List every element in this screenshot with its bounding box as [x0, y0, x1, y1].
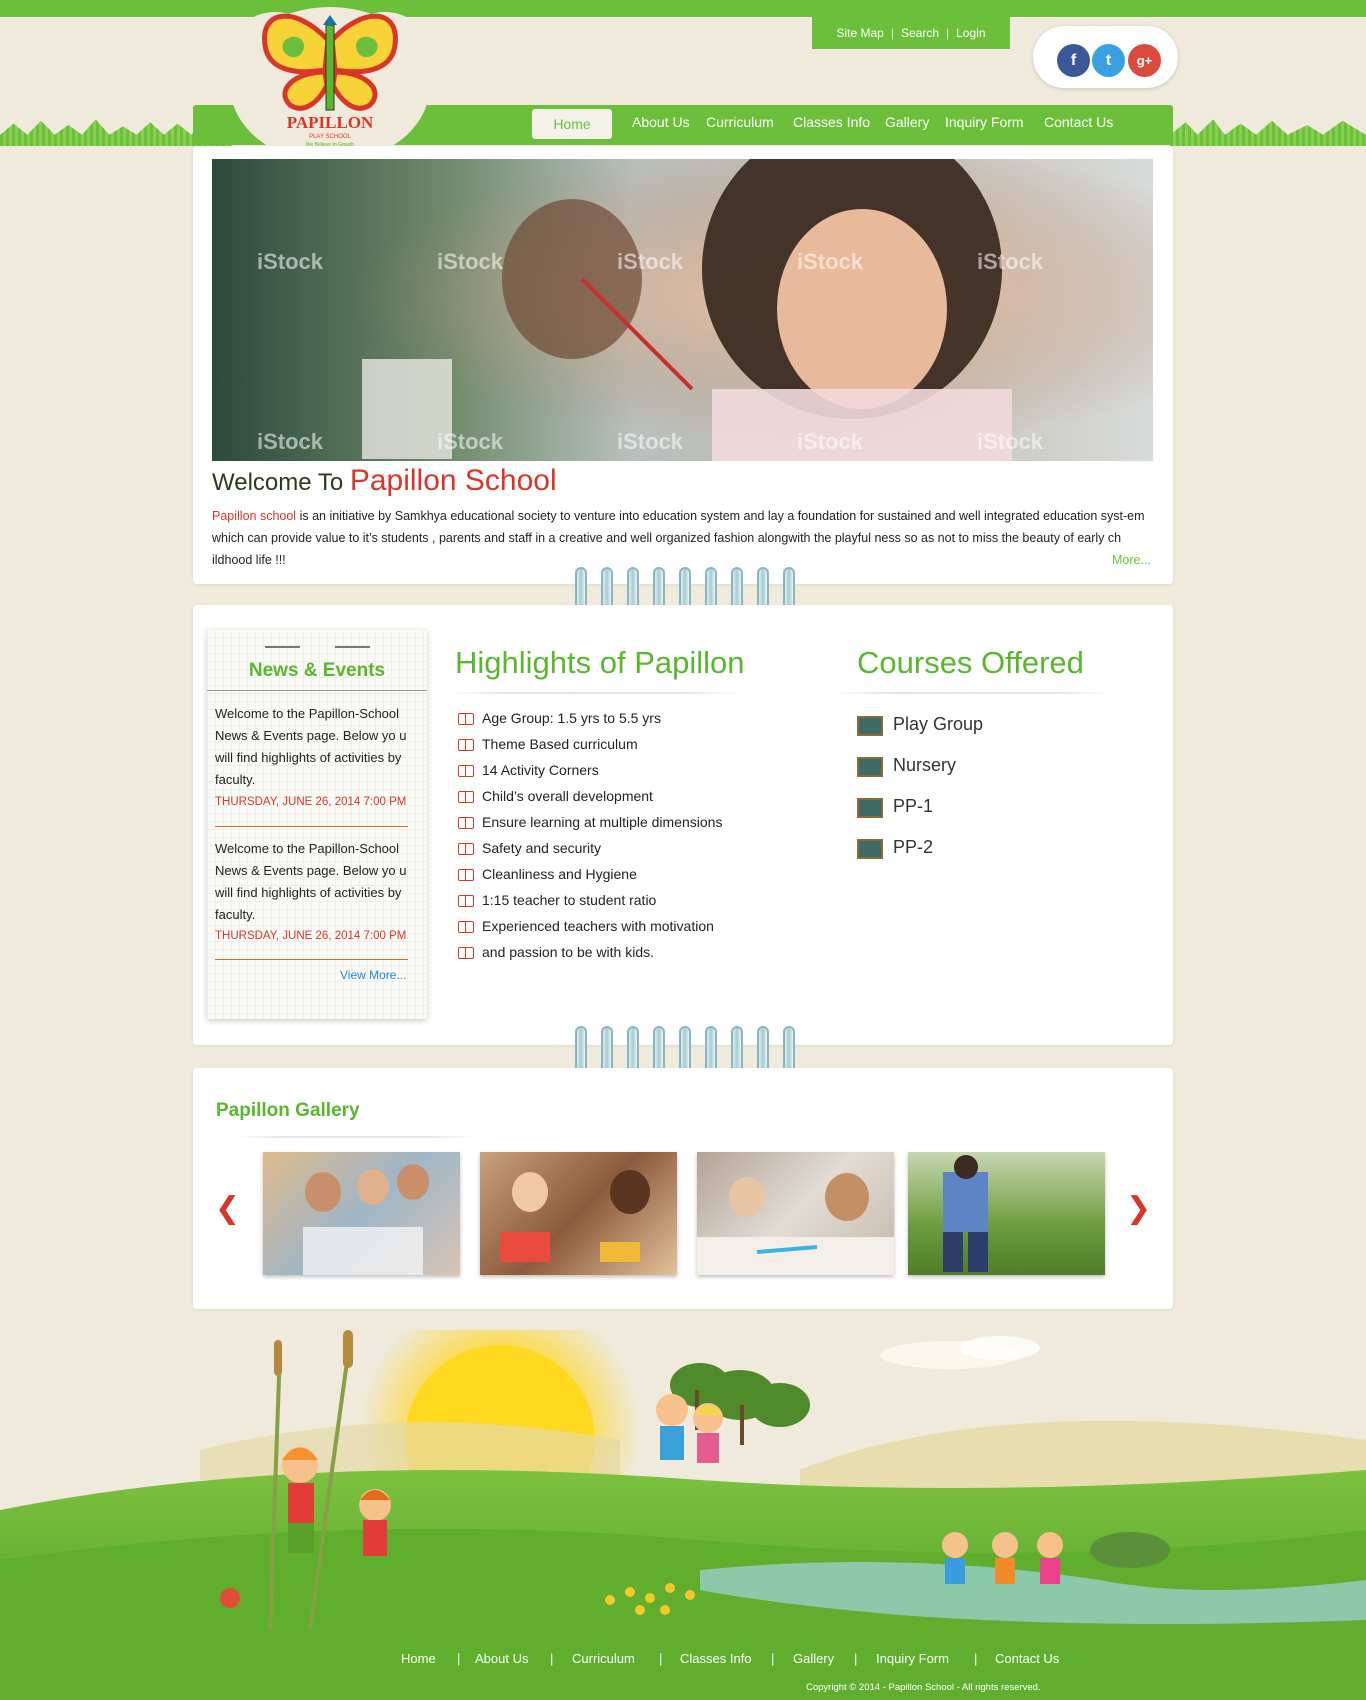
copyright: Copyright © 2014 - Papillon School - All… [806, 1682, 1041, 1693]
news-title: News & Events [248, 660, 386, 681]
chalkboard-icon [857, 839, 883, 859]
book-icon [458, 895, 474, 907]
svg-text:iStock: iStock [617, 249, 684, 274]
svg-text:iStock: iStock [437, 249, 504, 274]
gallery-title: Papillon Gallery [216, 1100, 360, 1121]
gallery-thumb[interactable] [263, 1152, 460, 1275]
footer-nav-link[interactable]: Curriculum [572, 1651, 635, 1666]
facebook-icon[interactable]: f [1057, 44, 1090, 77]
nav-home[interactable]: Home [532, 109, 612, 139]
gallery-prev-arrow[interactable]: ❮ [215, 1191, 240, 1226]
footer-nav-separator: | [974, 1651, 978, 1666]
sitemap-link[interactable]: Site Map [836, 26, 883, 40]
book-icon [458, 765, 474, 777]
nav-about-us[interactable]: About Us [632, 114, 690, 130]
logo-sub: PLAY SCHOOL [309, 134, 351, 140]
book-icon [458, 791, 474, 803]
courses-rule [832, 692, 1112, 694]
footer-nav-link[interactable]: Contact Us [995, 1651, 1059, 1666]
utility-links: Site Map | Search | Login [812, 17, 1010, 49]
footer-nav-link[interactable]: Classes Info [680, 1651, 752, 1666]
news-separator [215, 959, 408, 960]
footer-nav-separator: | [854, 1651, 858, 1666]
gallery-thumb[interactable] [908, 1152, 1105, 1275]
welcome-title: Welcome To Papillon School [212, 464, 557, 497]
footer-nav-separator: | [659, 1651, 663, 1666]
welcome-text: Papillon school is an initiative by Samk… [212, 509, 1145, 567]
news-item-text: Welcome to the Papillon-School News & Ev… [215, 841, 407, 922]
footer-nav-separator: | [550, 1651, 554, 1666]
courses-title: Courses Offered [857, 645, 1084, 680]
logo[interactable]: PAPILLON PLAY SCHOOL We Believe In Growt… [215, 0, 445, 165]
book-icon [458, 713, 474, 725]
news-item-date: THURSDAY, JUNE 26, 2014 7:00 PM [215, 930, 407, 942]
footer-nav-link[interactable]: About Us [475, 1651, 528, 1666]
footer-illustration [0, 1330, 1366, 1700]
twitter-icon[interactable]: t [1092, 44, 1125, 77]
gallery-next-arrow[interactable]: ❯ [1126, 1191, 1151, 1226]
book-icon [458, 947, 474, 959]
highlights-rule [450, 692, 740, 694]
footer-nav-separator: | [457, 1651, 461, 1666]
svg-text:iStock: iStock [977, 429, 1044, 454]
news-events-box [207, 629, 427, 1019]
news-divider [207, 690, 427, 691]
book-icon [458, 869, 474, 881]
welcome-more-link[interactable]: More... [1112, 553, 1151, 567]
nav-gallery[interactable]: Gallery [885, 114, 929, 130]
grass-decoration-right [1170, 119, 1366, 146]
nav-curriculum[interactable]: Curriculum [706, 114, 774, 130]
chalkboard-icon [857, 757, 883, 777]
svg-text:iStock: iStock [797, 249, 864, 274]
logo-name: PAPILLON [287, 113, 374, 132]
footer-nav-link[interactable]: Home [401, 1651, 436, 1666]
footer-nav-link[interactable]: Inquiry Form [876, 1651, 949, 1666]
login-link[interactable]: Login [956, 26, 985, 40]
news-view-more-link[interactable]: View More... [340, 968, 406, 982]
nav-contact-us[interactable]: Contact Us [1044, 114, 1113, 130]
gallery-thumb[interactable] [697, 1152, 894, 1275]
chalkboard-icon [857, 798, 883, 818]
svg-text:iStock: iStock [257, 249, 324, 274]
search-link[interactable]: Search [901, 26, 939, 40]
news-item-date: THURSDAY, JUNE 26, 2014 7:00 PM [215, 796, 407, 808]
chalkboard-icon [857, 716, 883, 736]
book-icon [458, 739, 474, 751]
book-icon [458, 843, 474, 855]
svg-text:iStock: iStock [977, 249, 1044, 274]
footer-nav-link[interactable]: Gallery [793, 1651, 834, 1666]
book-icon [458, 921, 474, 933]
google-plus-icon[interactable]: g+ [1128, 44, 1161, 77]
news-separator [215, 826, 408, 827]
book-icon [458, 817, 474, 829]
news-item-text: Welcome to the Papillon-School News & Ev… [215, 706, 407, 787]
gallery-rule [235, 1136, 475, 1138]
highlights-title: Highlights of Papillon [455, 645, 745, 680]
svg-text:iStock: iStock [797, 429, 864, 454]
hero-image: iStock iStock iStock iStock iStock iStoc… [212, 159, 1153, 461]
footer-nav-separator: | [771, 1651, 775, 1666]
svg-text:iStock: iStock [257, 429, 324, 454]
gallery-thumb[interactable] [480, 1152, 677, 1275]
top-bar [0, 0, 1366, 17]
nav-inquiry-form[interactable]: Inquiry Form [945, 114, 1024, 130]
pin-decoration [265, 646, 370, 648]
nav-classes-info[interactable]: Classes Info [793, 114, 870, 130]
svg-text:iStock: iStock [437, 429, 504, 454]
svg-text:iStock: iStock [617, 429, 684, 454]
